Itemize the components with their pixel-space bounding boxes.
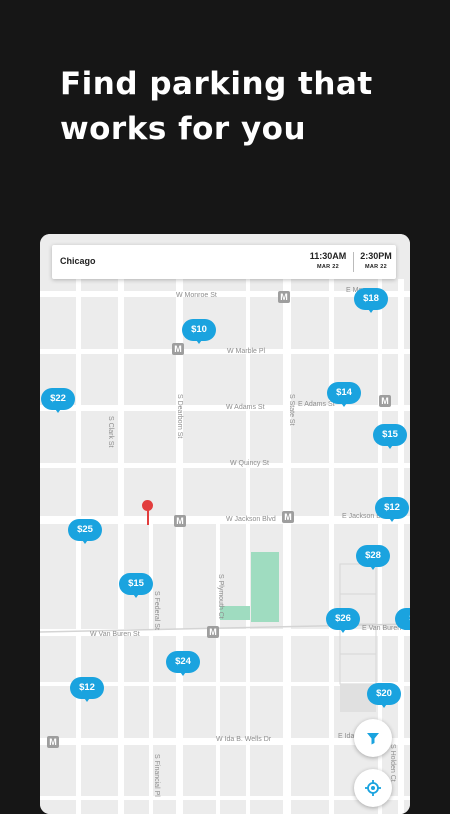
price-pin-tail — [178, 669, 188, 676]
time-divider — [353, 252, 354, 272]
price-pin-tail — [407, 626, 410, 633]
metro-station-icon[interactable]: M — [282, 511, 294, 523]
street-label: S Federal St — [153, 591, 160, 630]
price-pin[interactable]: $15 — [373, 424, 407, 449]
filter-button[interactable] — [354, 719, 392, 757]
price-pin-tail — [53, 406, 63, 413]
price-pin[interactable]: $10 — [182, 319, 216, 344]
price-pin[interactable]: $24 — [166, 651, 200, 676]
price-pin-tail — [368, 563, 378, 570]
street-label: S Holden Ct — [389, 744, 396, 782]
street-label: S Financial Pl — [153, 754, 160, 797]
search-bar[interactable]: Chicago 11:30AM MAR 22 2:30PM MAR 22 — [52, 245, 396, 279]
end-time[interactable]: 2:30PM MAR 22 — [356, 251, 396, 270]
metro-station-icon[interactable]: M — [379, 395, 391, 407]
app-screen: Chicago 11:30AM MAR 22 2:30PM MAR 22 W M… — [40, 234, 410, 814]
metro-station-icon[interactable]: M — [172, 343, 184, 355]
street-label: W Monroe St — [176, 292, 217, 299]
price-pin-tail — [82, 695, 92, 702]
street-label: S Plymouth Ct — [217, 574, 224, 619]
start-date-value: MAR 22 — [317, 264, 339, 270]
price-pin[interactable]: $25 — [68, 519, 102, 544]
metro-station-icon[interactable]: M — [278, 291, 290, 303]
price-pin-tail — [366, 306, 376, 313]
price-pin[interactable]: $ — [395, 608, 410, 633]
location-label[interactable]: Chicago — [60, 256, 96, 266]
street-label: S Clark St — [107, 416, 114, 448]
price-pin-tail — [387, 515, 397, 522]
price-pin[interactable]: $28 — [356, 545, 390, 570]
price-pin[interactable]: $12 — [70, 677, 104, 702]
street-label: W Van Buren St — [90, 631, 140, 638]
price-pin-tail — [339, 400, 349, 407]
price-pin[interactable]: $14 — [327, 382, 361, 407]
price-pin[interactable]: $15 — [119, 573, 153, 598]
price-pin-tail — [194, 337, 204, 344]
headline-line-2: works for you — [60, 111, 307, 147]
headline-line-1: Find parking that — [60, 66, 373, 102]
end-time-value: 2:30PM — [360, 251, 392, 261]
price-pin-tail — [385, 442, 395, 449]
selected-location-pin[interactable] — [142, 500, 154, 526]
price-pin[interactable]: $26 — [326, 608, 360, 633]
price-pin-tail — [131, 591, 141, 598]
metro-station-icon[interactable]: M — [174, 515, 186, 527]
start-time-value: 11:30AM — [309, 251, 347, 261]
street-label: S Dearborn St — [176, 394, 183, 439]
locate-me-button[interactable] — [354, 769, 392, 807]
price-pin[interactable]: $22 — [41, 388, 75, 413]
end-date-value: MAR 22 — [365, 264, 387, 270]
filter-icon — [367, 733, 379, 745]
price-pin[interactable]: $12 — [375, 497, 409, 522]
street-label: W Jackson Blvd — [226, 516, 276, 523]
street-label: W Ida B. Wells Dr — [216, 736, 272, 743]
locate-icon — [365, 780, 381, 796]
price-pin-tail — [379, 701, 389, 708]
street-label: W Quincy St — [230, 460, 269, 467]
metro-station-icon[interactable]: M — [207, 626, 219, 638]
pin-stick — [147, 509, 149, 525]
street-label: W Marble Pl — [227, 348, 266, 355]
metro-station-icon[interactable]: M — [47, 736, 59, 748]
street-label: S State St — [288, 394, 295, 426]
headline: Find parking that works for you — [60, 62, 420, 152]
street-label: W Adams St — [226, 404, 265, 411]
price-pin[interactable]: $18 — [354, 288, 388, 313]
price-pin-tail — [80, 537, 90, 544]
start-time[interactable]: 11:30AM MAR 22 — [306, 251, 350, 270]
price-pin[interactable]: $20 — [367, 683, 401, 708]
price-pin-tail — [338, 626, 348, 633]
